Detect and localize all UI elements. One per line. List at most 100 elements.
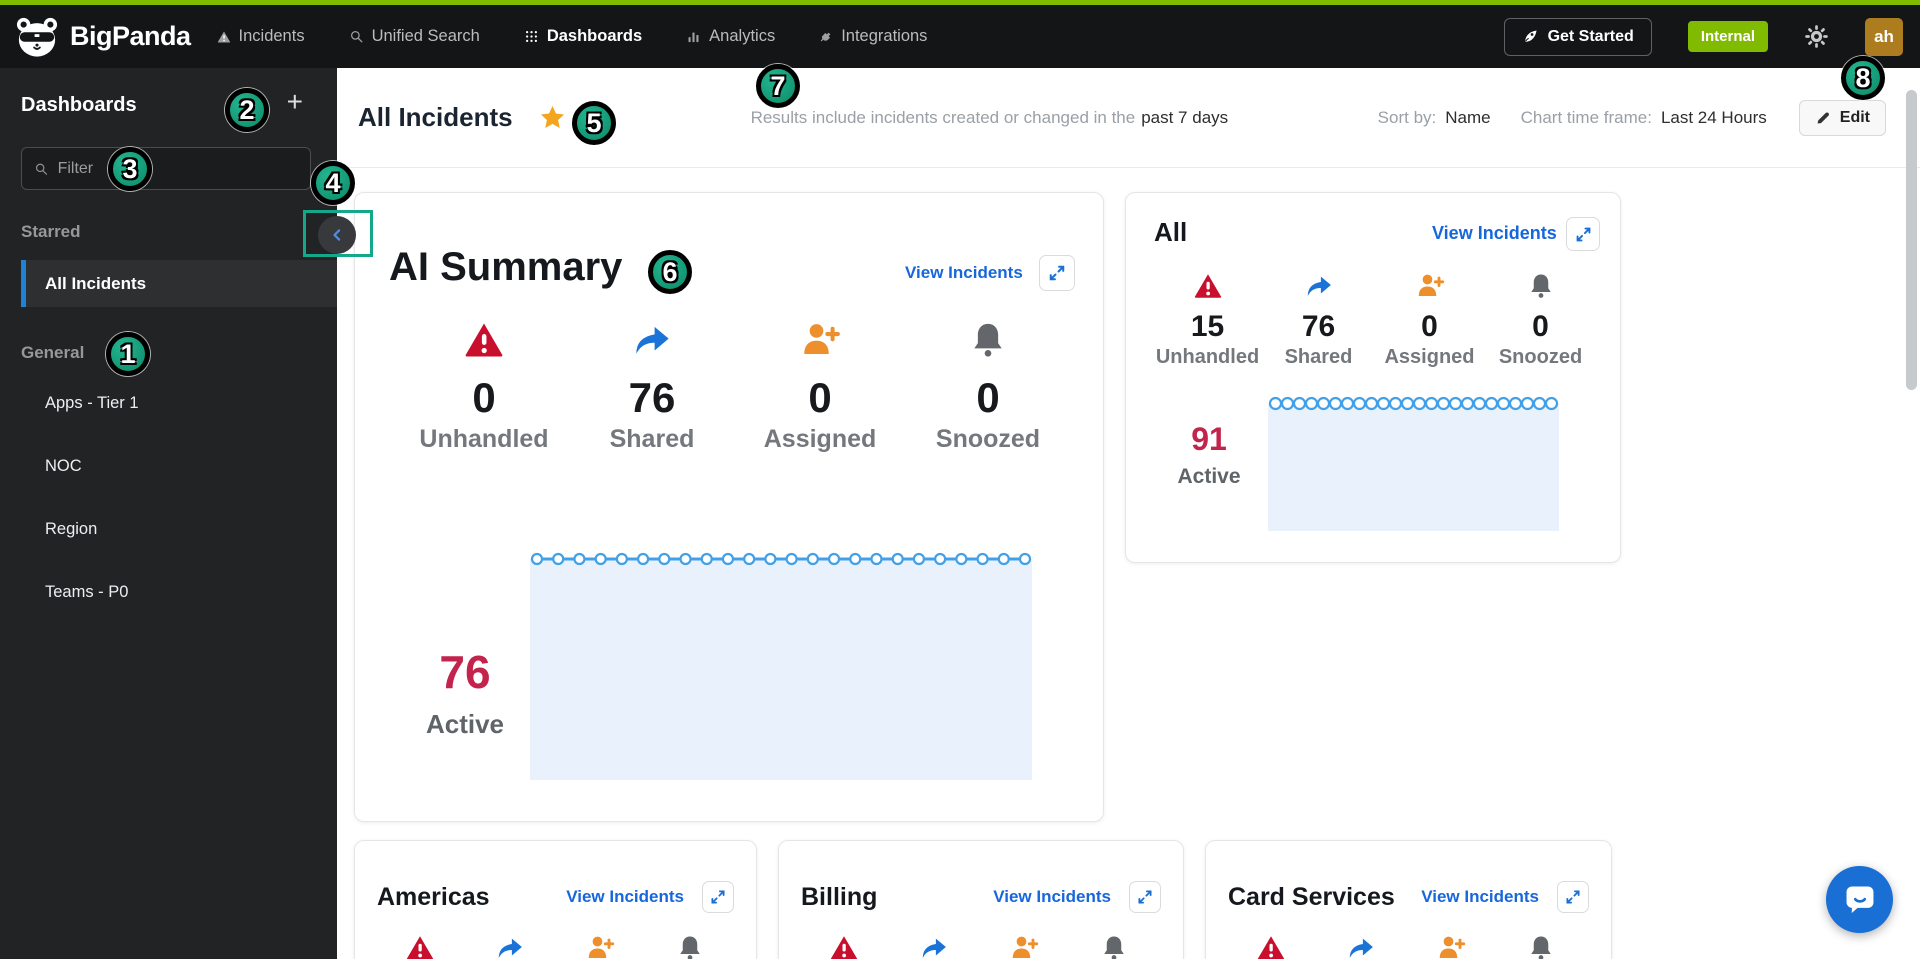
get-started-button[interactable]: Get Started	[1503, 17, 1652, 56]
stat-value: 0	[976, 374, 1000, 421]
view-incidents-link[interactable]: View Incidents	[905, 263, 1023, 283]
annotation-badge-5: 5	[572, 101, 616, 145]
stat-value: 0	[1532, 310, 1549, 343]
person-plus-icon	[585, 933, 615, 959]
stat-label: Unhandled	[419, 425, 549, 453]
stat-value: 0	[472, 374, 496, 421]
active-count: 76 Active	[395, 645, 535, 740]
chat-bubble-icon	[1841, 881, 1879, 919]
stat-snoozed: 0 Snoozed	[904, 319, 1072, 454]
annotation-badge-6: 6	[648, 250, 692, 294]
results-range-selector[interactable]: past 7 days	[1141, 108, 1228, 127]
stat-value: 76	[1301, 310, 1336, 343]
chat-widget-button[interactable]	[1826, 866, 1893, 933]
page-title: All Incidents	[358, 102, 513, 132]
sidebar-item-region[interactable]: Region	[45, 514, 97, 544]
view-incidents-link[interactable]: View Incidents	[1421, 887, 1539, 907]
dashboard-content: AI Summary View Incidents 0 Unhandled 76…	[337, 168, 1920, 959]
expand-card-button[interactable]	[1566, 217, 1600, 251]
stat-label: Unhandled	[1155, 346, 1260, 368]
incident-stats-row	[1226, 933, 1586, 959]
warning-triangle-icon	[1256, 933, 1286, 959]
favorite-star-icon[interactable]	[539, 104, 566, 131]
person-plus-icon	[1009, 933, 1039, 959]
expand-icon	[1574, 225, 1593, 244]
share-arrow-icon	[1304, 271, 1334, 301]
grid-icon	[524, 29, 539, 44]
user-avatar[interactable]: ah	[1865, 17, 1903, 56]
main-area: All Incidents Results include incidents …	[337, 68, 1920, 959]
incident-stats-row	[799, 933, 1159, 959]
stat-shared: 76 Shared	[568, 319, 736, 454]
expand-card-button[interactable]	[1129, 881, 1161, 913]
add-dashboard-button[interactable]: +	[287, 88, 303, 116]
expand-card-button[interactable]	[702, 881, 734, 913]
nav-analytics[interactable]: Analytics	[686, 27, 775, 46]
bell-icon	[967, 319, 1009, 361]
card-title: Card Services	[1228, 882, 1395, 911]
search-icon	[349, 29, 364, 44]
card-header: Card Services View Incidents	[1206, 881, 1611, 913]
annotation-badge-8: 8	[1841, 56, 1885, 100]
expand-icon	[1136, 888, 1154, 906]
stat-label: Shared	[609, 425, 695, 453]
nav-dashboards[interactable]: Dashboards	[524, 27, 642, 46]
sidebar-item-apps-tier-1[interactable]: Apps - Tier 1	[45, 388, 139, 418]
share-arrow-icon	[1346, 933, 1376, 959]
warning-triangle-icon	[1193, 271, 1223, 301]
nav-analytics-label: Analytics	[709, 27, 776, 45]
stat-label: Shared	[1284, 346, 1353, 368]
bigpanda-logo[interactable]: BigPanda	[14, 16, 191, 58]
stat-label: Assigned	[1384, 346, 1475, 368]
filter-search-icon	[34, 161, 49, 177]
annotation-badge-1: 1	[106, 332, 150, 376]
nav-integrations[interactable]: Integrations	[819, 27, 927, 46]
sidebar-item-noc[interactable]: NOC	[45, 451, 82, 481]
topbar-right-group: Get Started Internal ah	[1503, 17, 1903, 56]
expand-icon	[1047, 263, 1067, 283]
stat-snoozed: 0 Snoozed	[1485, 271, 1596, 369]
nav-incidents[interactable]: Incidents	[217, 27, 305, 46]
active-count: 91 Active	[1154, 421, 1264, 489]
sidebar-title: Dashboards	[21, 94, 137, 116]
dashboards-sidebar: Dashboards + Starred All Incidents Gener…	[0, 68, 337, 959]
active-label: Active	[425, 709, 505, 739]
nav-integrations-label: Integrations	[841, 27, 928, 45]
annotation-badge-2: 2	[225, 88, 269, 132]
sidebar-item-all-incidents[interactable]: All Incidents	[21, 260, 337, 307]
view-incidents-link[interactable]: View Incidents	[993, 887, 1111, 907]
stat-value: 76	[628, 374, 676, 421]
bell-icon	[1099, 933, 1129, 959]
view-incidents-link[interactable]: View Incidents	[566, 887, 684, 907]
incident-stats-row: 15 Unhandled 76 Shared 0 Assigned 0 Snoo…	[1152, 271, 1596, 369]
expand-card-button[interactable]	[1039, 255, 1075, 291]
edit-button[interactable]: Edit	[1798, 99, 1886, 136]
card-header: Billing View Incidents	[779, 881, 1183, 913]
sidebar-item-label: All Incidents	[45, 273, 147, 293]
expand-icon	[1564, 888, 1582, 906]
settings-gear-icon[interactable]	[1804, 24, 1829, 49]
nav-unified-search[interactable]: Unified Search	[349, 27, 480, 46]
card-title: All	[1154, 217, 1188, 247]
vertical-scrollbar[interactable]	[1906, 90, 1917, 390]
stat-unhandled: 15 Unhandled	[1152, 271, 1263, 369]
bell-icon	[675, 933, 705, 959]
sidebar-item-teams-p0[interactable]: Teams - P0	[45, 577, 128, 607]
stat-label: Snoozed	[1498, 346, 1583, 368]
stat-assigned: 0 Assigned	[1374, 271, 1485, 369]
share-arrow-icon	[919, 933, 949, 959]
view-incidents-link[interactable]: View Incidents	[1432, 223, 1557, 244]
primary-nav: Incidents Unified Search Dashboards Anal…	[217, 27, 927, 46]
filter-input[interactable]	[57, 159, 298, 178]
rocket-icon	[1522, 28, 1539, 45]
sort-by-label: Sort by:	[1377, 107, 1437, 127]
share-arrow-icon	[495, 933, 525, 959]
expand-card-button[interactable]	[1557, 881, 1589, 913]
timeframe-value[interactable]: Last 24 Hours	[1661, 108, 1767, 128]
sidebar-item-label: NOC	[45, 456, 82, 475]
person-plus-icon	[1436, 933, 1466, 959]
sort-by-value[interactable]: Name	[1445, 108, 1490, 128]
card-billing: Billing View Incidents	[778, 840, 1184, 959]
warning-triangle-icon	[405, 933, 435, 959]
card-title: Billing	[801, 882, 878, 911]
